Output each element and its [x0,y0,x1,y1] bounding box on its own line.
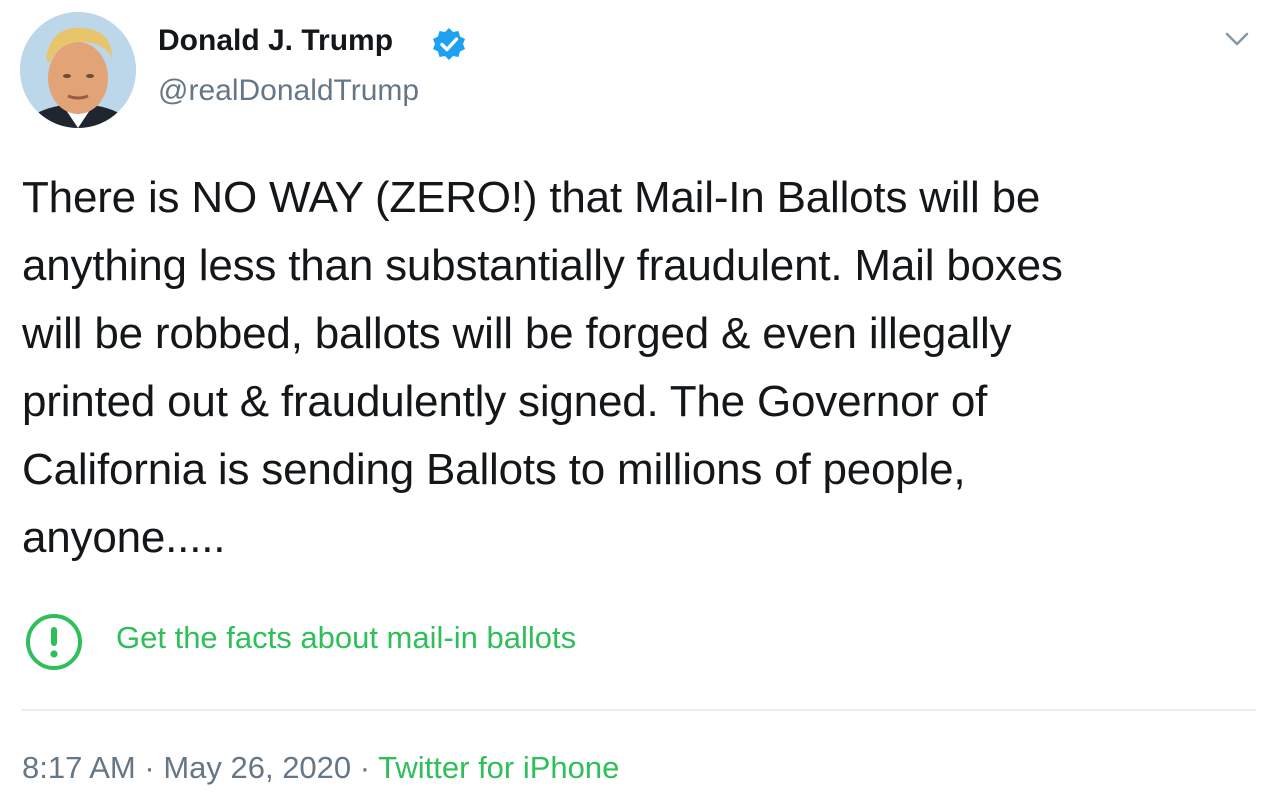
tweet-source-link[interactable]: Twitter for iPhone [378,750,619,785]
avatar[interactable] [20,12,136,128]
tweet-text: There is NO WAY (ZERO!) that Mail-In Bal… [22,173,1063,562]
divider [22,709,1256,711]
fact-check-link[interactable]: Get the facts about mail-in ballots [116,620,576,656]
display-name[interactable]: Donald J. Trump [158,24,393,58]
exclamation-circle-icon[interactable] [24,612,84,672]
tweet-metadata: 8:17 AM · May 26, 2020 · Twitter for iPh… [22,750,619,786]
meta-separator: · [135,750,164,785]
meta-separator: · [351,750,379,785]
tweet-card: Donald J. Trump @realDonaldTrump There i… [0,0,1280,806]
chevron-down-icon[interactable] [1220,22,1254,56]
user-handle[interactable]: @realDonaldTrump [158,74,419,108]
tweet-time[interactable]: 8:17 AM [22,750,136,785]
avatar-image [20,12,136,128]
tweet-date[interactable]: May 26, 2020 [163,750,351,785]
verified-badge-icon [431,26,467,62]
